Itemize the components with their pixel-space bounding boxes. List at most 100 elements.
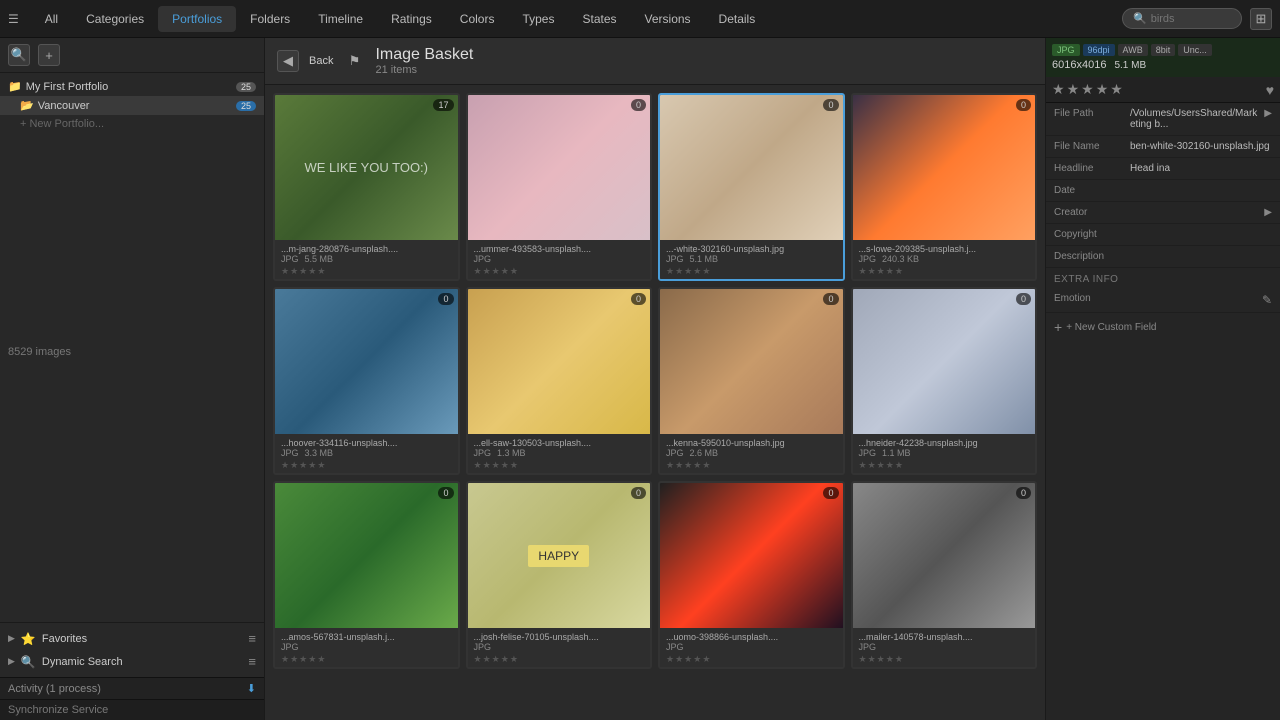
image-meta-2: JPG [474,254,645,264]
search-input[interactable] [1151,13,1241,25]
image-filename-11: ...uomo-398866-unsplash.... [666,632,837,642]
portfolio-vancouver-item[interactable]: 📂 Vancouver 25 [0,96,264,115]
image-stars-10[interactable]: ★★★★★ [474,654,645,665]
meta-row-copyright: Copyright [1046,224,1280,246]
image-info-2: ...ummer-493583-unsplash.... JPG ★★★★★ [468,240,651,279]
headline-label: Headline [1054,163,1126,174]
dynamic-search-item[interactable]: ▶ 🔍 Dynamic Search ≡ [0,650,264,673]
image-cell-5[interactable]: 0 ...hoover-334116-unsplash.... JPG3.3 M… [273,287,460,475]
meta-row-filename: File Name ben-white-302160-unsplash.jpg [1046,136,1280,158]
topbar: ☰ All Categories Portfolios Folders Time… [0,0,1280,38]
image-overlay-text-12 [940,552,948,560]
image-cell-6[interactable]: 0 ...ell-saw-130503-unsplash.... JPG1.3 … [466,287,653,475]
image-cell-4[interactable]: 0 ...s-lowe-209385-unsplash.j... JPG240.… [851,93,1038,281]
creator-expand-icon[interactable]: ▶ [1264,207,1272,218]
image-cell-9[interactable]: 0 ...amos-567831-unsplash.j... JPG ★★★★★ [273,481,460,669]
image-cell-12[interactable]: 0 ...mailer-140578-unsplash.... JPG ★★★★… [851,481,1038,669]
portfolio-root-item[interactable]: 📁 My First Portfolio 25 [0,77,264,96]
image-cell-8[interactable]: 0 ...hneider-42238-unsplash.jpg JPG1.1 M… [851,287,1038,475]
headline-value: Head ina [1130,163,1272,174]
filepath-expand-icon[interactable]: ▶ [1264,108,1272,130]
emotion-label: Emotion [1054,293,1126,307]
image-filename-10: ...josh-felise-70105-unsplash.... [474,632,645,642]
meta-row-emotion: Emotion ✎ [1046,288,1280,313]
image-stars-6[interactable]: ★★★★★ [474,460,645,471]
add-icon: + [45,48,53,63]
preview-rating-stars[interactable]: ★ ★ ★ ★ ★ [1052,81,1123,98]
image-filename-1: ...m-jang-280876-unsplash.... [281,244,452,254]
hamburger-icon[interactable]: ☰ [8,12,19,26]
image-thumb-11: 0 [660,483,843,628]
image-badge-12: 0 [1016,487,1031,499]
image-meta-6: JPG1.3 MB [474,448,645,458]
image-overlay-text-3 [747,164,755,172]
meta-row-filepath: File Path /Volumes/UsersShared/Marketing… [1046,103,1280,136]
image-info-8: ...hneider-42238-unsplash.jpg JPG1.1 MB … [853,434,1036,473]
image-overlay-text-8 [940,358,948,366]
activity-download-icon[interactable]: ⬇ [247,682,256,695]
image-meta-5: JPG3.3 MB [281,448,452,458]
filter-button[interactable]: ⚑ [343,50,365,72]
sync-bar[interactable]: Synchronize Service [0,699,264,720]
tab-folders[interactable]: Folders [236,6,304,32]
image-stars-5[interactable]: ★★★★★ [281,460,452,471]
meta-row-description: Description [1046,246,1280,268]
tab-versions[interactable]: Versions [631,6,705,32]
sidebar-search-button[interactable]: 🔍 [8,44,30,66]
tab-types[interactable]: Types [508,6,568,32]
add-custom-field-row[interactable]: + + New Custom Field [1046,313,1280,341]
image-stars-8[interactable]: ★★★★★ [859,460,1030,471]
view-button[interactable]: ⊞ [1250,8,1272,30]
image-badge-1: 17 [433,99,453,111]
portfolio-root-label: My First Portfolio [26,81,109,93]
image-info-7: ...kenna-595010-unsplash.jpg JPG2.6 MB ★… [660,434,843,473]
favorites-menu-icon[interactable]: ≡ [248,631,256,646]
image-stars-12[interactable]: ★★★★★ [859,654,1030,665]
tab-all[interactable]: All [31,6,72,32]
image-meta-8: JPG1.1 MB [859,448,1030,458]
image-cell-3[interactable]: 0 ...-white-302160-unsplash.jpg JPG5.1 M… [658,93,845,281]
extra-info-header: Extra Info [1046,268,1280,288]
image-cell-10[interactable]: HAPPY 0 ...josh-felise-70105-unsplash...… [466,481,653,669]
compression-badge: Unc... [1178,44,1212,56]
image-info-1: ...m-jang-280876-unsplash.... JPG5.5 MB … [275,240,458,279]
heart-icon[interactable]: ♥ [1266,82,1274,98]
dynamic-search-menu-icon[interactable]: ≡ [248,654,256,669]
image-stars-4[interactable]: ★★★★★ [859,266,1030,277]
emotion-edit-icon[interactable]: ✎ [1262,293,1272,307]
image-cell-11[interactable]: 0 ...uomo-398866-unsplash.... JPG ★★★★★ [658,481,845,669]
nav-tabs: All Categories Portfolios Folders Timeli… [31,6,1122,32]
tab-details[interactable]: Details [705,6,770,32]
back-button[interactable]: ◀ [277,50,299,72]
image-stars-2[interactable]: ★★★★★ [474,266,645,277]
new-portfolio-item[interactable]: + New Portfolio... [0,115,264,133]
tab-states[interactable]: States [568,6,630,32]
image-cell-7[interactable]: 0 ...kenna-595010-unsplash.jpg JPG2.6 MB… [658,287,845,475]
tab-ratings[interactable]: Ratings [377,6,446,32]
image-stars-7[interactable]: ★★★★★ [666,460,837,471]
back-label[interactable]: Back [309,55,333,67]
tab-timeline[interactable]: Timeline [304,6,377,32]
tab-categories[interactable]: Categories [72,6,158,32]
image-info-9: ...amos-567831-unsplash.j... JPG ★★★★★ [275,628,458,667]
image-stars-3[interactable]: ★★★★★ [666,266,837,277]
image-filename-9: ...amos-567831-unsplash.j... [281,632,452,642]
image-meta-11: JPG [666,642,837,652]
image-cell-2[interactable]: 0 ...ummer-493583-unsplash.... JPG ★★★★★ [466,93,653,281]
tab-colors[interactable]: Colors [446,6,509,32]
sidebar-add-button[interactable]: + [38,44,60,66]
favorites-item[interactable]: ▶ ⭐ Favorites ≡ [0,627,264,650]
image-count: 8529 images [0,338,264,366]
image-thumb-6: 0 [468,289,651,434]
image-info-10: ...josh-felise-70105-unsplash.... JPG ★★… [468,628,651,667]
image-stars-9[interactable]: ★★★★★ [281,654,452,665]
tab-portfolios[interactable]: Portfolios [158,6,236,32]
image-overlay-text-6 [555,358,563,366]
activity-label: Activity (1 process) [8,683,101,695]
image-cell-1[interactable]: WE LIKE YOU TOO:) 17 ...m-jang-280876-un… [273,93,460,281]
image-thumb-4: 0 [853,95,1036,240]
image-overlay-text-10: HAPPY [528,545,589,567]
image-stars-1[interactable]: ★★★★★ [281,266,452,277]
image-stars-11[interactable]: ★★★★★ [666,654,837,665]
description-label: Description [1054,251,1126,262]
